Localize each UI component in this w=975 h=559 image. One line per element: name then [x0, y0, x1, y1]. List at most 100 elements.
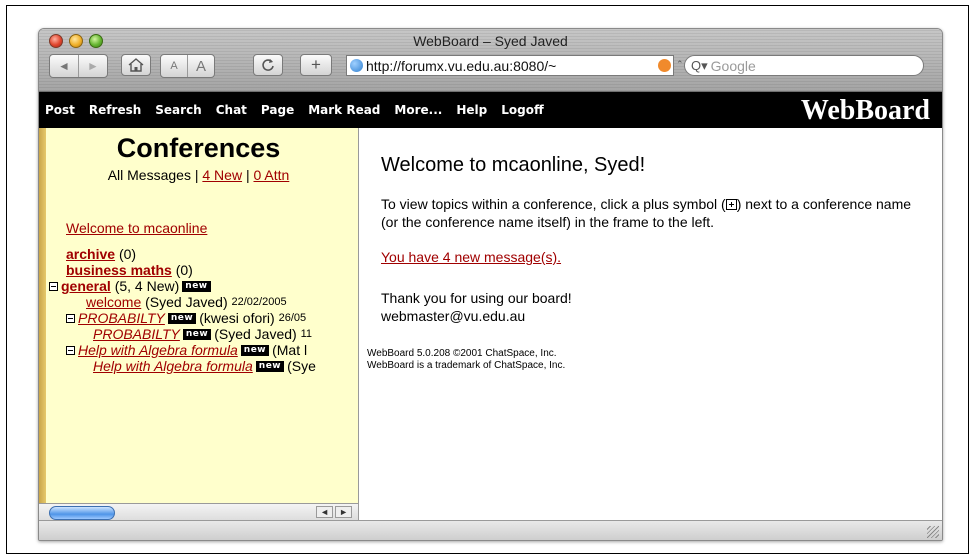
new-messages-notice-link[interactable]: You have 4 new message(s).	[381, 249, 561, 265]
address-bar[interactable]: http://forumx.vu.edu.au:8080/~	[346, 55, 674, 76]
topic-date: 22/02/2005	[231, 296, 287, 308]
tree-item-archive: archive (0)	[49, 246, 316, 262]
topic-date: 11	[300, 328, 313, 340]
frame-edge	[39, 128, 46, 503]
new-messages-link[interactable]: 4 New	[202, 167, 242, 183]
plus-icon	[725, 199, 737, 210]
title-bar: WebBoard – Syed Javed ◄ ► A A + http://f…	[39, 29, 942, 92]
nav-buttons: ◄ ►	[49, 54, 108, 78]
back-button[interactable]: ◄	[50, 55, 79, 77]
welcome-conference-link[interactable]: Welcome to mcaonline	[66, 220, 207, 236]
copyright: WebBoard 5.0.208 ©2001 ChatSpace, Inc. W…	[367, 348, 565, 372]
horizontal-scrollbar[interactable]: ◄ ►	[39, 503, 359, 521]
topic-author: (Mat l	[272, 342, 308, 358]
nav-page[interactable]: Page	[261, 103, 294, 117]
new-badge: new	[255, 360, 285, 372]
new-badge: new	[182, 280, 211, 292]
new-badge: new	[240, 344, 270, 356]
copyright-line-1: WebBoard 5.0.208 ©2001 ChatSpace, Inc.	[367, 348, 557, 359]
chevron-icon: ⌃	[676, 59, 684, 69]
browser-window: WebBoard – Syed Javed ◄ ► A A + http://f…	[38, 28, 943, 541]
tree-item-business-maths: business maths (0)	[49, 262, 316, 278]
collapse-toggle-icon[interactable]	[66, 313, 75, 323]
nav-more[interactable]: More...	[394, 103, 442, 117]
nav-refresh[interactable]: Refresh	[89, 103, 141, 117]
archive-count: (0)	[118, 246, 137, 262]
reload-icon	[262, 59, 274, 71]
scrollbar-thumb[interactable]	[49, 506, 115, 520]
probability-topic-link[interactable]: PROBABILTY	[78, 310, 165, 326]
text-bigger-button[interactable]: A	[188, 55, 214, 77]
topic-author: (Syed Javed)	[145, 294, 228, 310]
url-text: http://forumx.vu.edu.au:8080/~	[366, 57, 557, 74]
collapse-toggle-icon[interactable]	[49, 281, 58, 291]
search-field[interactable]: Q▾ Google	[684, 55, 924, 76]
algebra-topic-link[interactable]: Help with Algebra formula	[78, 342, 238, 358]
home-button[interactable]	[121, 54, 151, 76]
instructions-part1: To view topics within a conference, clic…	[381, 196, 726, 212]
separator: |	[245, 167, 250, 183]
topic-date: 26/05	[278, 312, 307, 324]
reload-button[interactable]	[253, 54, 283, 76]
conferences-frame: Conferences All Messages | 4 New | 0 Att…	[39, 128, 359, 503]
new-badge: new	[182, 328, 212, 340]
stop-icon[interactable]	[658, 59, 671, 72]
business-maths-link[interactable]: business maths	[66, 262, 172, 278]
scroll-right-icon[interactable]: ►	[335, 506, 352, 518]
tree-item-welcome: welcome (Syed Javed) 22/02/2005	[49, 294, 316, 310]
topic-author: (Sye	[287, 358, 316, 374]
status-bar	[39, 520, 942, 540]
conference-tree: archive (0) business maths (0) general (…	[49, 246, 316, 374]
nav-logoff[interactable]: Logoff	[501, 103, 543, 117]
webboard-navbar: Post Refresh Search Chat Page Mark Read …	[39, 92, 942, 128]
scroll-arrows: ◄ ►	[316, 506, 352, 518]
webboard-logo: WebBoard	[800, 95, 930, 126]
attn-messages-link[interactable]: 0 Attn	[253, 167, 289, 183]
collapse-toggle-icon[interactable]	[66, 345, 75, 355]
thanks-text: Thank you for using our board!	[381, 290, 572, 306]
tree-item-probability: PROBABILTY new (kwesi ofori) 26/05	[49, 310, 316, 326]
forward-button[interactable]: ►	[79, 55, 107, 77]
copyright-line-2: WebBoard is a trademark of ChatSpace, In…	[367, 360, 566, 371]
globe-icon	[350, 59, 363, 72]
probability-reply-link[interactable]: PROBABILTY	[93, 326, 180, 342]
nav-chat[interactable]: Chat	[216, 103, 247, 117]
welcome-topic-link[interactable]: welcome	[86, 294, 141, 310]
nav-post[interactable]: Post	[45, 103, 75, 117]
text-smaller-button[interactable]: A	[161, 55, 188, 77]
tree-item-algebra: Help with Algebra formula new (Mat l	[49, 342, 316, 358]
messages-filter: All Messages | 4 New | 0 Attn	[39, 167, 358, 183]
scroll-left-icon[interactable]: ◄	[316, 506, 334, 518]
welcome-heading: Welcome to mcaonline, Syed!	[381, 154, 646, 176]
add-bookmark-button[interactable]: +	[300, 54, 332, 76]
archive-link[interactable]: archive	[66, 246, 115, 262]
resize-grip-icon[interactable]	[927, 526, 939, 538]
all-messages-label: All Messages	[107, 167, 191, 183]
search-icon: Q▾	[691, 57, 708, 73]
instructions-text: To view topics within a conference, clic…	[381, 195, 921, 231]
font-size-group: A A	[160, 54, 215, 78]
tree-item-general: general (5, 4 New) new	[49, 278, 316, 294]
nav-search[interactable]: Search	[155, 103, 201, 117]
home-icon	[128, 58, 144, 72]
nav-mark-read[interactable]: Mark Read	[308, 103, 380, 117]
nav-help[interactable]: Help	[456, 103, 487, 117]
main-frame: Welcome to mcaonline, Syed! To view topi…	[359, 128, 942, 520]
webmaster-email: webmaster@vu.edu.au	[381, 308, 526, 324]
separator: |	[194, 167, 199, 183]
new-badge: new	[167, 312, 197, 324]
tree-item-probability-reply: PROBABILTY new (Syed Javed) 11	[49, 326, 316, 342]
general-count: (5, 4 New)	[114, 278, 180, 294]
tree-item-algebra-reply: Help with Algebra formula new (Sye	[49, 358, 316, 374]
thanks-block: Thank you for using our board! webmaster…	[381, 289, 572, 325]
nav-menu: Post Refresh Search Chat Page Mark Read …	[45, 103, 544, 117]
back-forward-group: ◄ ►	[49, 54, 108, 78]
algebra-reply-link[interactable]: Help with Algebra formula	[93, 358, 253, 374]
window-title: WebBoard – Syed Javed	[413, 33, 568, 49]
general-link[interactable]: general	[61, 278, 111, 294]
conferences-title: Conferences	[116, 133, 281, 163]
topic-author: (Syed Javed)	[214, 326, 297, 342]
business-maths-count: (0)	[175, 262, 193, 278]
search-placeholder: Google	[710, 57, 756, 74]
topic-author: (kwesi ofori)	[199, 310, 275, 326]
